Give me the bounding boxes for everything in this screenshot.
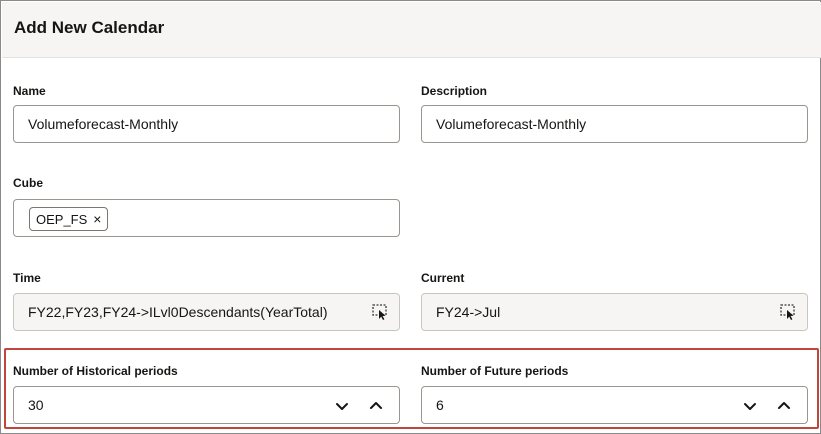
future-periods-label: Number of Future periods: [421, 364, 569, 378]
member-selector-icon[interactable]: [371, 303, 389, 321]
time-input[interactable]: FY22,FY23,FY24->ILvl0Descendants(YearTot…: [13, 293, 400, 331]
current-value: FY24->Jul: [436, 304, 501, 320]
cube-input[interactable]: OEP_FS ×: [13, 199, 400, 237]
cube-chip-label: OEP_FS: [36, 211, 88, 227]
dialog-header: Add New Calendar: [2, 2, 821, 58]
cube-label: Cube: [13, 176, 43, 190]
time-value: FY22,FY23,FY24->ILvl0Descendants(YearTot…: [28, 304, 328, 320]
current-input[interactable]: FY24->Jul: [421, 293, 808, 331]
name-input[interactable]: Volumeforecast-Monthly: [13, 105, 400, 143]
name-label: Name: [13, 84, 46, 98]
time-label: Time: [13, 271, 41, 285]
member-selector-icon[interactable]: [779, 303, 797, 321]
chevron-up-icon[interactable]: [366, 396, 386, 416]
historical-periods-label: Number of Historical periods: [13, 364, 178, 378]
chevron-down-icon[interactable]: [332, 396, 352, 416]
future-periods-stepper[interactable]: 6: [421, 386, 808, 424]
future-periods-value: 6: [436, 397, 444, 413]
historical-periods-stepper[interactable]: 30: [13, 386, 400, 424]
dialog-title: Add New Calendar: [14, 18, 165, 37]
description-value: Volumeforecast-Monthly: [436, 116, 587, 132]
description-input[interactable]: Volumeforecast-Monthly: [421, 105, 808, 143]
close-icon[interactable]: ×: [93, 212, 101, 226]
chevron-down-icon[interactable]: [740, 396, 760, 416]
name-value: Volumeforecast-Monthly: [28, 116, 179, 132]
chevron-up-icon[interactable]: [774, 396, 794, 416]
current-label: Current: [421, 271, 465, 285]
historical-periods-value: 30: [28, 397, 44, 413]
description-label: Description: [421, 84, 488, 98]
dialog: Add New Calendar Name Volumeforecast-Mon…: [0, 0, 821, 434]
cube-chip: OEP_FS ×: [29, 207, 109, 231]
